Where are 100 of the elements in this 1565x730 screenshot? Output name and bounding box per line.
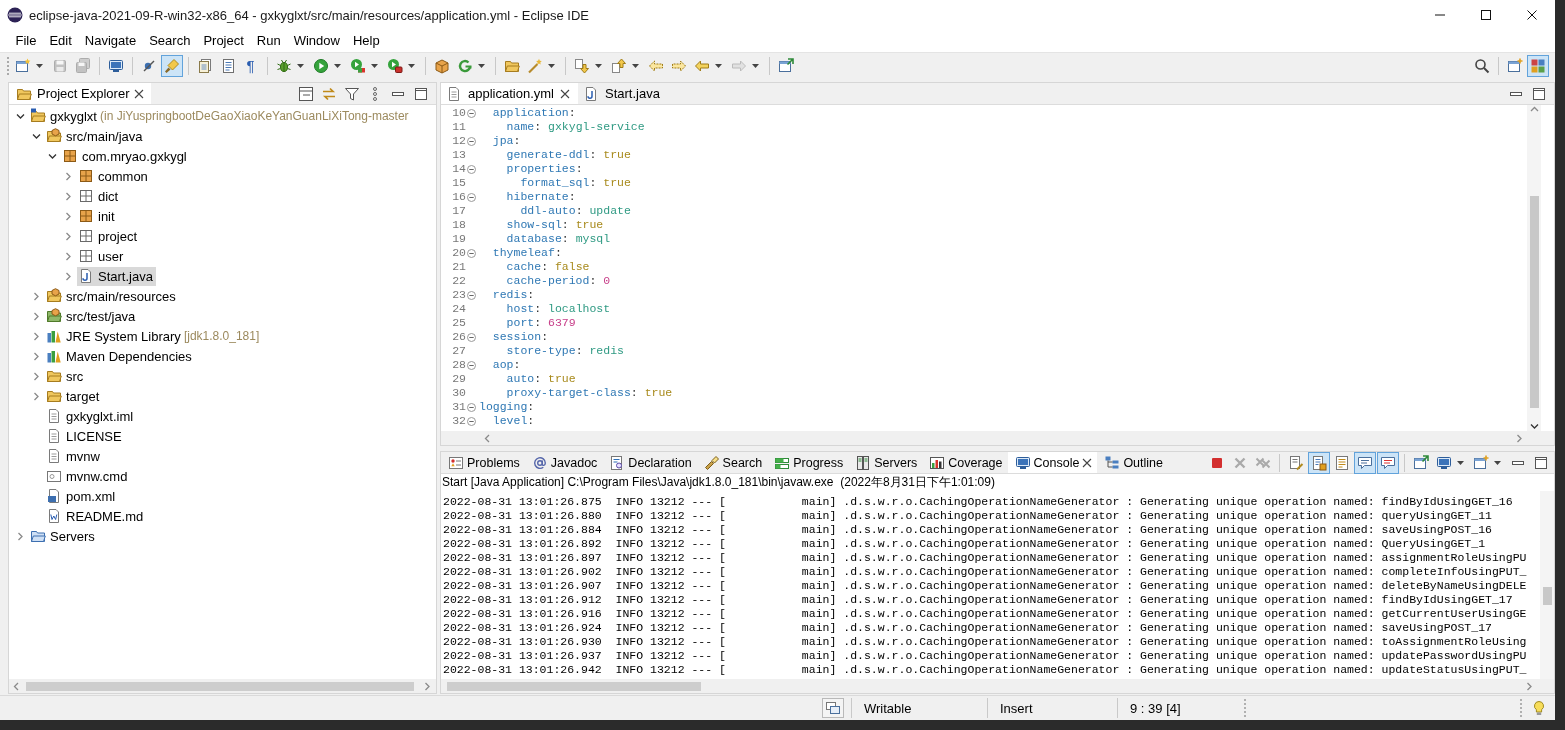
horizontal-scrollbar[interactable] [441, 431, 1554, 445]
tree-item[interactable]: gxkyglxt.iml [45, 406, 137, 426]
collapse-icon[interactable] [466, 416, 476, 426]
speech-bubble-icon[interactable] [1376, 451, 1399, 474]
collapse-icon[interactable] [466, 164, 476, 174]
monitor-icon[interactable] [107, 58, 124, 74]
menu-item[interactable]: Window [287, 32, 347, 50]
view-tab[interactable]: Progress [767, 452, 849, 473]
circular-arrow-icon[interactable] [456, 58, 473, 74]
chevron-down-icon[interactable] [1529, 422, 1539, 431]
tree-item[interactable]: src/main/java [45, 126, 146, 146]
maximize-icon[interactable] [413, 85, 429, 102]
tree-item[interactable]: target [45, 386, 103, 406]
caret-icon[interactable] [371, 64, 378, 68]
caret-icon[interactable] [334, 64, 341, 68]
tree-item[interactable]: mvnw.cmd [45, 466, 131, 486]
chevron-left-icon[interactable] [12, 681, 21, 691]
window-stack-icon[interactable] [822, 698, 844, 718]
folder-icon[interactable] [503, 58, 520, 74]
caret-icon[interactable] [1494, 460, 1501, 465]
caret-icon[interactable] [632, 64, 639, 68]
speech-bubble-icon[interactable] [1353, 451, 1376, 474]
tree-item[interactable]: README.md [45, 506, 147, 526]
menu-item[interactable]: Project [196, 32, 251, 50]
document-lines-icon[interactable] [1333, 454, 1350, 471]
chevron-down-icon[interactable] [31, 131, 41, 141]
editor-tab[interactable]: Start.java [578, 83, 668, 104]
play-bar-icon[interactable] [349, 58, 366, 74]
dashed-right-arrow-icon[interactable] [670, 58, 687, 74]
tree-item[interactable]: gxkyglxt [29, 106, 100, 126]
view-tab[interactable]: Outline [1097, 452, 1168, 473]
wand-icon[interactable] [526, 58, 543, 74]
window-plus-icon[interactable] [1506, 58, 1523, 74]
caret-icon[interactable] [1457, 460, 1464, 465]
tree-item[interactable]: src [45, 366, 87, 386]
view-tab[interactable]: Javadoc [524, 452, 603, 473]
lightbulb-icon[interactable] [1531, 700, 1547, 716]
tree-item[interactable]: project [77, 226, 141, 246]
search-icon[interactable] [1473, 58, 1490, 74]
caret-icon[interactable] [478, 64, 485, 68]
vertical-scrollbar[interactable] [1527, 105, 1541, 431]
menu-item[interactable]: Help [346, 32, 387, 50]
tree-item[interactable]: src/main/resources [45, 286, 179, 306]
scrollbar-thumb[interactable] [447, 681, 701, 691]
collapse-icon[interactable] [466, 290, 476, 300]
chevron-right-icon[interactable] [31, 351, 41, 361]
view-tab[interactable]: Coverage [922, 452, 1008, 473]
chevron-right-icon[interactable] [423, 681, 432, 691]
horizontal-scrollbar[interactable] [441, 679, 1554, 693]
scrollbar-thumb[interactable] [1542, 587, 1552, 605]
tree-item[interactable]: pom.xml [45, 486, 119, 506]
chevron-right-icon[interactable] [31, 311, 41, 321]
swap-arrows-icon[interactable] [321, 85, 337, 102]
close-icon[interactable] [560, 88, 570, 99]
close-icon[interactable] [134, 88, 145, 99]
new-window-icon[interactable] [14, 58, 31, 74]
view-tab[interactable]: Servers [848, 452, 923, 473]
horizontal-scrollbar[interactable] [9, 679, 436, 693]
close-icon[interactable] [1082, 457, 1093, 468]
tree-item[interactable]: dict [77, 186, 122, 206]
tree-item[interactable]: Start.java [77, 266, 156, 286]
collapse-icon[interactable] [466, 136, 476, 146]
caret-icon[interactable] [548, 64, 555, 68]
play-icon[interactable] [312, 58, 329, 74]
chevron-right-icon[interactable] [31, 291, 41, 301]
tree-item[interactable]: com.mryao.gxkygl [61, 146, 190, 166]
chevron-right-icon[interactable] [31, 331, 41, 341]
monitor-icon[interactable] [1435, 454, 1452, 471]
scrollbar-thumb[interactable] [1529, 196, 1539, 408]
dashed-left-arrow-icon[interactable] [647, 58, 664, 74]
maximize-icon[interactable] [1531, 85, 1547, 102]
collapse-icon[interactable] [466, 192, 476, 202]
document-down-arrow-icon[interactable] [573, 58, 590, 74]
tiles-icon[interactable] [1526, 55, 1549, 77]
document-up-arrow-icon[interactable] [610, 58, 627, 74]
tree-item[interactable]: common [77, 166, 151, 186]
menu-item[interactable]: Navigate [78, 32, 143, 50]
scrollbar-thumb[interactable] [26, 681, 414, 691]
pilcrow-button[interactable]: ¶ [242, 56, 259, 76]
tree-item[interactable]: Maven Dependencies [45, 346, 195, 366]
collapse-icon[interactable] [466, 248, 476, 258]
chevron-right-icon[interactable] [1515, 433, 1524, 443]
view-tab[interactable]: Console [1007, 452, 1098, 473]
caret-icon[interactable] [297, 64, 304, 68]
close-icon[interactable] [1527, 10, 1537, 20]
view-tab[interactable]: Search [696, 452, 768, 473]
menu-item[interactable]: File [9, 32, 43, 50]
window-plus-icon[interactable] [1472, 454, 1489, 471]
collapse-icon[interactable] [466, 332, 476, 342]
collapse-icon[interactable] [466, 402, 476, 412]
tree-item[interactable]: src/test/java [45, 306, 139, 326]
menu-item[interactable]: Search [142, 32, 197, 50]
collapse-icon[interactable] [466, 108, 476, 118]
chevron-right-icon[interactable] [1525, 681, 1534, 691]
menu-item[interactable]: Edit [42, 32, 79, 50]
collapse-icon[interactable] [466, 360, 476, 370]
caret-icon[interactable] [36, 64, 43, 68]
tree-item[interactable]: LICENSE [45, 426, 125, 446]
chevron-right-icon[interactable] [63, 271, 73, 281]
chevron-down-icon[interactable] [47, 151, 57, 161]
